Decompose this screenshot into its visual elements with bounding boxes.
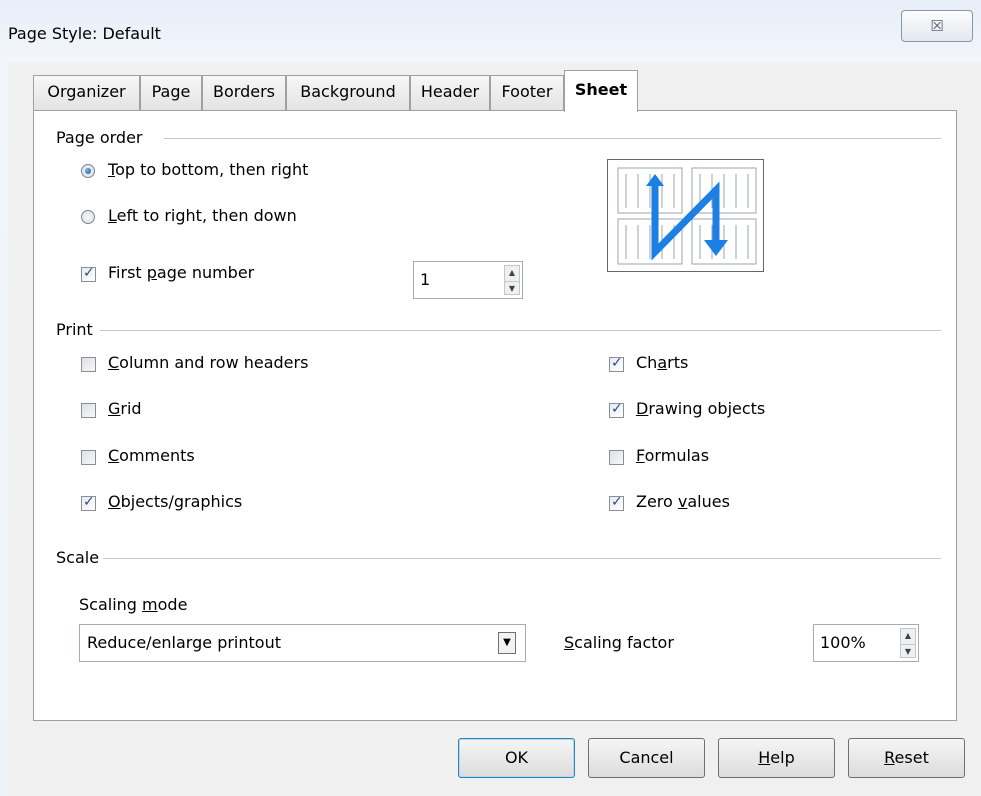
- tab-borders[interactable]: Borders: [202, 75, 286, 110]
- tab-sheet[interactable]: Sheet: [564, 70, 638, 112]
- tab-page[interactable]: Page: [140, 75, 202, 110]
- cancel-button[interactable]: Cancel: [588, 738, 705, 778]
- tab-footer[interactable]: Footer: [490, 75, 564, 110]
- sheet-tab-panel: [33, 110, 957, 721]
- tab-label: Borders: [213, 82, 275, 101]
- tab-label: Header: [420, 82, 480, 101]
- tab-label: Sheet: [574, 80, 628, 99]
- tab-label: Page: [151, 82, 191, 101]
- ok-button[interactable]: OK: [458, 738, 575, 778]
- dialog-window: Page Style: Default ☒ Organizer Page Bor…: [0, 0, 981, 796]
- tab-header[interactable]: Header: [410, 75, 490, 110]
- close-icon: ☒: [930, 17, 944, 35]
- tab-organizer[interactable]: Organizer: [33, 75, 140, 110]
- title-bar[interactable]: Page Style: Default ☒: [0, 0, 981, 66]
- tab-label: Footer: [501, 82, 553, 101]
- tab-label: Organizer: [47, 82, 126, 101]
- help-button[interactable]: Help: [718, 738, 835, 778]
- tab-label: Background: [300, 82, 396, 101]
- reset-button[interactable]: Reset: [848, 738, 965, 778]
- dialog-title: Page Style: Default: [8, 24, 161, 43]
- close-button[interactable]: ☒: [901, 10, 973, 42]
- tab-background[interactable]: Background: [286, 75, 410, 110]
